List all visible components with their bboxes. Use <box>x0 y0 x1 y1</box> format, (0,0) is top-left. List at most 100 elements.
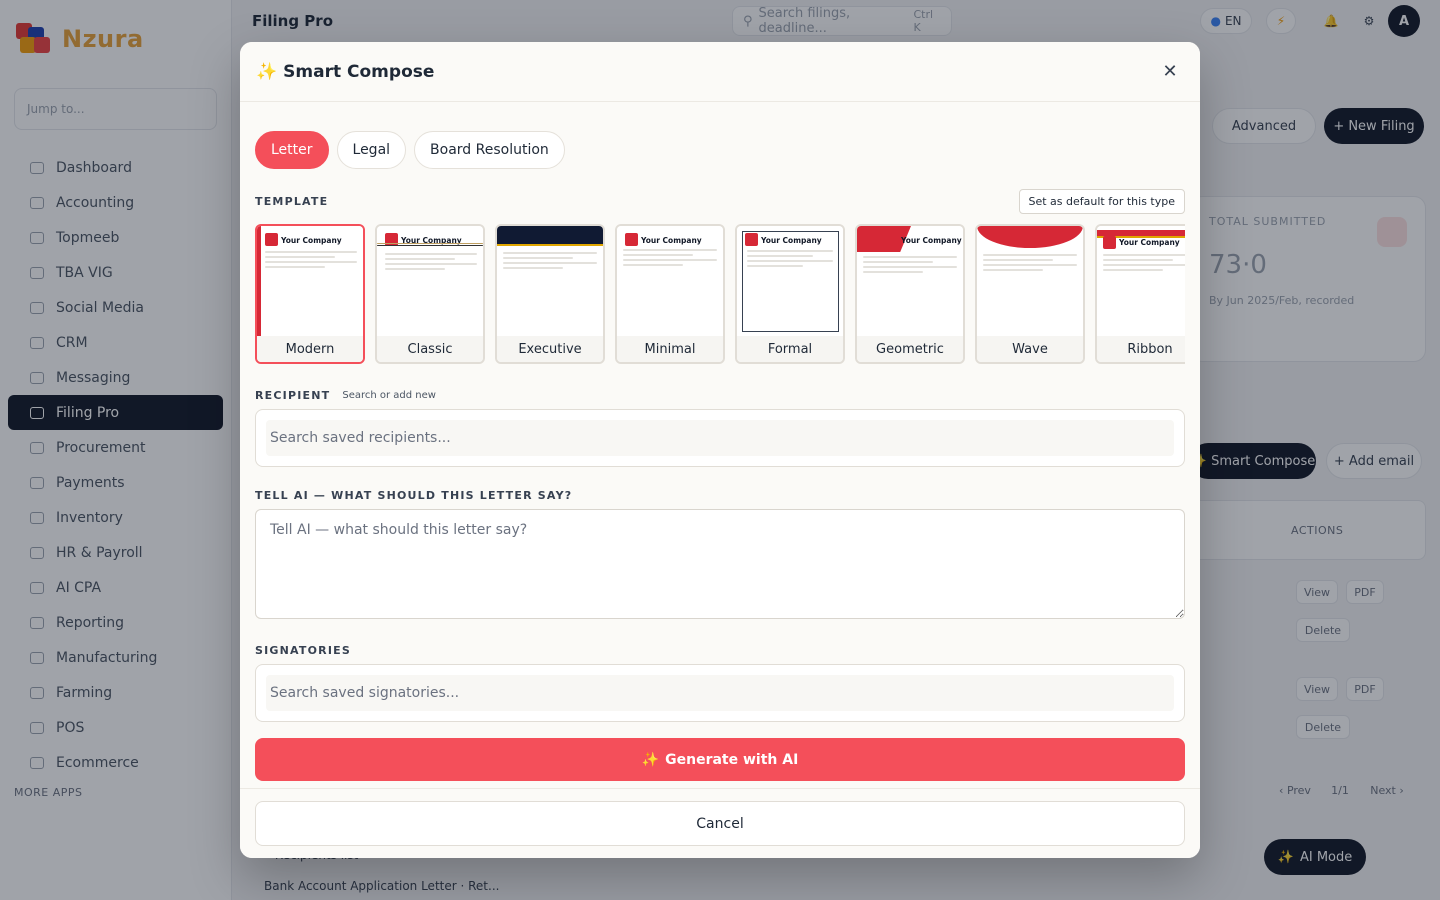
template-logo-icon <box>1103 236 1116 249</box>
signatories-field <box>255 664 1185 722</box>
template-decoration <box>1103 259 1173 261</box>
template-company-name: Your Company <box>1119 238 1180 247</box>
template-decoration <box>497 244 603 246</box>
template-preview: Your Company <box>257 226 363 336</box>
template-decoration <box>385 253 477 255</box>
modal-footer: Cancel <box>240 788 1200 858</box>
recipient-label: RECIPIENT <box>255 389 331 402</box>
template-decoration <box>503 257 573 259</box>
template-name: Formal <box>737 336 843 362</box>
generate-label: Generate with AI <box>665 751 799 768</box>
recipient-search-input[interactable] <box>266 420 1174 456</box>
template-wave[interactable]: Wave <box>975 224 1085 364</box>
template-preview: Your Company <box>1097 226 1185 336</box>
template-decoration <box>863 271 923 273</box>
template-name: Modern <box>257 336 363 362</box>
template-section-label: TEMPLATE <box>255 195 329 208</box>
template-preview <box>497 226 603 336</box>
template-preview: Your Company <box>617 226 723 336</box>
template-decoration <box>747 260 833 262</box>
template-logo-icon <box>265 233 278 246</box>
template-decoration <box>623 249 717 251</box>
signatories-label: SIGNATORIES <box>255 644 351 657</box>
template-decoration <box>1103 264 1185 266</box>
template-decoration <box>385 258 455 260</box>
close-button[interactable]: ✕ <box>1156 58 1184 86</box>
template-decoration <box>1103 269 1163 271</box>
template-decoration <box>257 226 261 336</box>
template-minimal[interactable]: Your Company Minimal <box>615 224 725 364</box>
sparkles-icon: ✨ <box>641 751 660 768</box>
template-decoration <box>977 226 1083 248</box>
template-decoration <box>1103 254 1185 256</box>
template-name: Minimal <box>617 336 723 362</box>
tab-legal[interactable]: Legal <box>336 131 407 169</box>
template-formal[interactable]: Your Company Formal <box>735 224 845 364</box>
template-decoration <box>623 259 717 261</box>
template-section-header: TEMPLATE Set as default for this type <box>255 189 1185 214</box>
cancel-button[interactable]: Cancel <box>255 801 1185 846</box>
tab-board-resolution[interactable]: Board Resolution <box>414 131 565 169</box>
template-preview: Your Company <box>377 226 483 336</box>
template-decoration <box>863 266 957 268</box>
recipient-section-header: RECIPIENT Search or add new <box>255 389 1185 402</box>
template-decoration <box>503 252 597 254</box>
template-decoration <box>863 256 957 258</box>
template-company-name: Your Company <box>761 236 822 245</box>
modal-title: ✨ Smart Compose <box>256 62 434 82</box>
message-label: TELL AI — WHAT SHOULD THIS LETTER SAY? <box>255 489 573 502</box>
template-company-name: Your Company <box>641 236 702 245</box>
signatories-section-header: SIGNATORIES <box>255 639 1185 658</box>
template-preview <box>977 226 1083 336</box>
template-decoration <box>623 264 683 266</box>
message-textarea[interactable] <box>255 509 1185 619</box>
modal-title-text: Smart Compose <box>283 61 435 82</box>
template-decoration <box>385 263 477 265</box>
template-decoration <box>265 256 335 258</box>
template-decoration <box>983 264 1077 266</box>
template-decoration <box>497 226 603 244</box>
set-default-button[interactable]: Set as default for this type <box>1018 189 1185 214</box>
template-decoration <box>503 262 597 264</box>
close-icon: ✕ <box>1162 61 1178 82</box>
document-type-tabs: Letter Legal Board Resolution <box>255 131 1185 169</box>
template-modern[interactable]: Your Company Modern <box>255 224 365 364</box>
template-decoration <box>747 250 833 252</box>
template-gallery: Your Company Modern Your Company Classic Exe… <box>255 224 1185 364</box>
recipient-field <box>255 409 1185 467</box>
template-logo-icon <box>625 233 638 246</box>
template-ribbon[interactable]: Your Company Ribbon <box>1095 224 1185 364</box>
template-decoration <box>265 261 357 263</box>
template-company-name: Your Company <box>901 236 962 245</box>
sparkles-icon: ✨ <box>256 61 278 82</box>
tab-letter[interactable]: Letter <box>255 131 329 169</box>
generate-with-ai-button[interactable]: ✨ Generate with AI <box>255 738 1185 781</box>
template-executive[interactable]: Executive <box>495 224 605 364</box>
smart-compose-modal: ✨ Smart Compose ✕ Letter Legal Board Resol… <box>240 42 1200 858</box>
template-decoration <box>265 251 357 253</box>
template-geometric[interactable]: Your Company Geometric <box>855 224 965 364</box>
template-decoration <box>623 254 693 256</box>
template-decoration <box>265 266 325 268</box>
template-name: Wave <box>977 336 1083 362</box>
template-decoration <box>377 245 483 246</box>
template-company-name: Your Company <box>281 236 342 245</box>
modal-body: Letter Legal Board Resolution TEMPLATE Set… <box>240 102 1200 788</box>
template-decoration <box>983 254 1077 256</box>
template-classic[interactable]: Your Company Classic <box>375 224 485 364</box>
template-name: Geometric <box>857 336 963 362</box>
template-decoration <box>742 231 839 332</box>
template-decoration <box>377 243 483 244</box>
template-name: Executive <box>497 336 603 362</box>
message-section-header: TELL AI — WHAT SHOULD THIS LETTER SAY? <box>255 484 1185 503</box>
modal-header: ✨ Smart Compose ✕ <box>240 42 1200 102</box>
template-decoration <box>503 267 563 269</box>
template-decoration <box>747 255 813 257</box>
template-decoration <box>385 268 445 270</box>
recipient-hint: Search or add new <box>342 390 436 401</box>
signatories-search-input[interactable] <box>266 675 1174 711</box>
template-decoration <box>747 265 803 267</box>
template-preview: Your Company <box>857 226 963 336</box>
template-preview: Your Company <box>737 226 843 336</box>
template-decoration <box>983 269 1043 271</box>
